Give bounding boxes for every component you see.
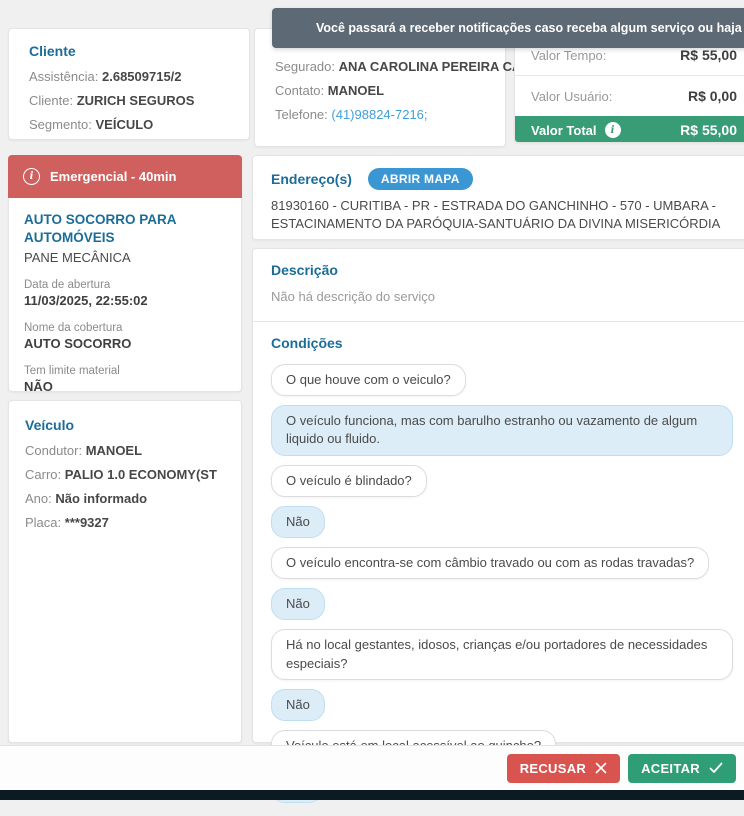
value-user-label: Valor Usuário: — [531, 89, 613, 104]
priority-text: Emergencial - 40min — [50, 169, 177, 184]
description-title: Descrição — [271, 262, 338, 278]
description-section: Descrição Não há descrição do serviço — [253, 249, 744, 322]
year-value: Não informado — [55, 491, 148, 506]
value-total-amount: R$ 55,00 — [680, 122, 737, 138]
client-value: ZURICH SEGUROS — [76, 93, 195, 108]
client-label: Cliente: — [29, 93, 74, 108]
value-time-label: Valor Tempo: — [531, 48, 607, 63]
phone-row: Telefone: (41)98824-7216; — [275, 103, 485, 127]
assistance-value: 2.68509715/2 — [102, 69, 182, 84]
plate-row: Placa: ***9327 — [25, 511, 225, 535]
contact-label: Contato: — [275, 83, 325, 98]
value-user-row: Valor Usuário: R$ 0,00 — [515, 76, 744, 116]
client-name-row: Cliente: ZURICH SEGUROS — [29, 89, 229, 113]
contact-value: MANOEL — [327, 83, 385, 98]
client-card-title: Cliente — [29, 43, 76, 59]
car-row: Carro: PALIO 1.0 ECONOMY(ST — [25, 463, 225, 487]
segment-row: Segmento: VEÍCULO — [29, 113, 229, 137]
bottom-bar — [0, 790, 744, 800]
service-title: AUTO SOCORRO PARA AUTOMÓVEIS — [24, 212, 177, 245]
value-time-amount: R$ 55,00 — [680, 47, 737, 63]
insured-label: Segurado: — [275, 59, 335, 74]
address-header: Endereço(s) ABRIR MAPA — [271, 168, 733, 190]
driver-label: Condutor: — [25, 443, 83, 458]
priority-info-icon[interactable]: i — [23, 168, 40, 185]
address-title: Endereço(s) — [271, 171, 352, 187]
service-subtitle: PANE MECÂNICA — [24, 250, 131, 266]
info-icon[interactable]: i — [604, 122, 621, 138]
value-total-text: Valor Total — [531, 122, 597, 138]
conditions-list: O que houve com o veiculo? O veículo fun… — [271, 364, 733, 804]
coverage-name-block: Nome da cobertura AUTO SOCORRO — [24, 322, 226, 351]
value-total-row: Valor Total i R$ 55,00 — [515, 116, 744, 142]
reject-button[interactable]: RECUSAR — [506, 753, 621, 783]
material-limit-block: Tem limite material NÃO — [24, 365, 226, 394]
car-value: PALIO 1.0 ECONOMY(ST — [64, 467, 217, 482]
material-limit-value: NÃO — [24, 379, 53, 395]
client-card: Cliente Assistência: 2.68509715/2 Client… — [8, 28, 250, 140]
accept-button[interactable]: ACEITAR — [628, 753, 736, 783]
opening-date-label: Data de abertura — [24, 279, 111, 292]
accept-button-label: ACEITAR — [641, 760, 700, 776]
description-conditions-card: Descrição Não há descrição do serviço Co… — [252, 248, 744, 804]
material-limit-label: Tem limite material — [24, 365, 120, 378]
priority-banner: i Emergencial - 40min — [8, 155, 242, 198]
reject-button-label: RECUSAR — [519, 760, 587, 776]
condition-question: Há no local gestantes, idosos, crianças … — [271, 629, 733, 680]
year-row: Ano: Não informado — [25, 487, 225, 511]
close-icon — [595, 762, 607, 774]
address-text: 81930160 - CURITIBA - PR - ESTRADA DO GA… — [271, 198, 721, 232]
phone-link[interactable]: (41)98824-7216; — [331, 107, 427, 122]
assistance-number-row: Assistência: 2.68509715/2 — [29, 65, 229, 89]
coverage-name-value: AUTO SOCORRO — [24, 336, 132, 352]
condition-question: O veículo é blindado? — [271, 464, 427, 497]
condition-question: O que houve com o veiculo? — [271, 364, 466, 397]
driver-row: Condutor: MANOEL — [25, 439, 225, 463]
plate-label: Placa: — [25, 515, 62, 530]
notification-banner: Você passará a receber notificações caso… — [272, 8, 744, 48]
conditions-section: Condições O que houve com o veiculo? O v… — [253, 322, 744, 816]
value-user-amount: R$ 0,00 — [687, 88, 737, 104]
condition-question: O veículo encontra-se com câmbio travado… — [271, 546, 710, 580]
condition-answer: O veículo funciona, mas com barulho estr… — [271, 405, 733, 456]
condition-answer: Não — [271, 588, 325, 621]
opening-date-block: Data de abertura 11/03/2025, 22:55:02 — [24, 279, 226, 308]
notification-text: Você passará a receber notificações caso… — [316, 21, 744, 35]
car-label: Carro: — [25, 467, 62, 482]
service-card: i Emergencial - 40min AUTO SOCORRO PARA … — [8, 155, 242, 437]
contact-row: Contato: MANOEL — [275, 79, 485, 103]
open-map-button[interactable]: ABRIR MAPA — [367, 168, 473, 190]
year-label: Ano: — [25, 491, 52, 506]
check-icon — [709, 762, 723, 773]
description-empty-text: Não há descrição do serviço — [271, 289, 436, 304]
segment-value: VEÍCULO — [95, 117, 154, 132]
footer-action-bar: RECUSAR ACEITAR — [0, 745, 744, 790]
insured-row: Segurado: ANA CAROLINA PEREIRA CABRAL — [275, 55, 557, 79]
driver-value: MANOEL — [85, 443, 143, 458]
assistance-label: Assistência: — [29, 69, 99, 84]
plate-value: ***9327 — [64, 515, 109, 530]
phone-label: Telefone: — [275, 107, 328, 122]
coverage-name-label: Nome da cobertura — [24, 322, 123, 335]
vehicle-card-title: Veículo — [25, 417, 75, 433]
segment-label: Segmento: — [29, 117, 92, 132]
conditions-title: Condições — [271, 335, 343, 351]
opening-date-value: 11/03/2025, 22:55:02 — [24, 293, 148, 309]
vehicle-card: Veículo Condutor: MANOEL Carro: PALIO 1.… — [8, 400, 242, 743]
address-card: Endereço(s) ABRIR MAPA 81930160 - CURITI… — [252, 155, 744, 240]
condition-answer: Não — [271, 688, 325, 721]
value-total-label: Valor Total i — [531, 122, 621, 138]
condition-answer: Não — [271, 505, 325, 538]
